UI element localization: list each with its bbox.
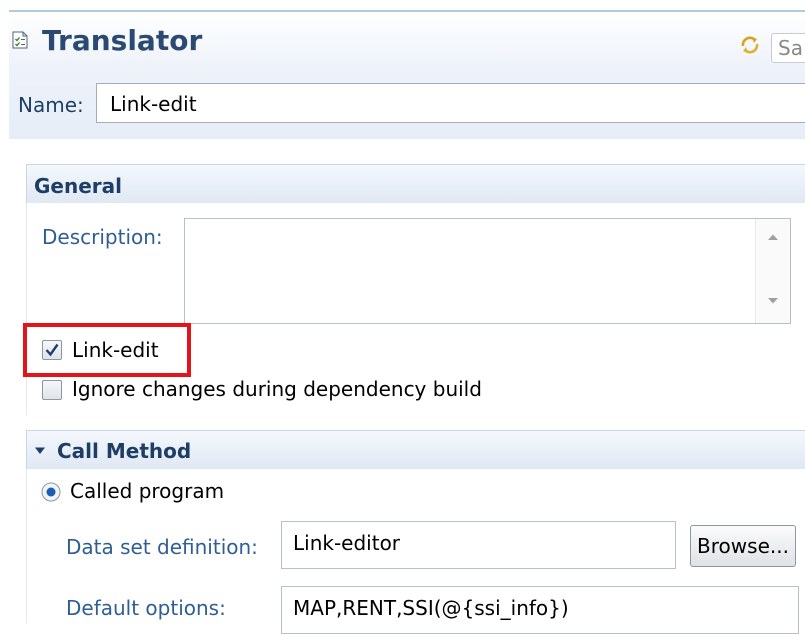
called-program-label[interactable]: Called program xyxy=(70,479,224,503)
data-set-definition-input[interactable]: Link-editor xyxy=(281,521,676,569)
ignore-changes-checkbox[interactable] xyxy=(42,380,62,400)
default-options-label: Default options: xyxy=(66,596,226,620)
general-section-title: General xyxy=(34,174,122,198)
scroll-down-arrow-icon[interactable] xyxy=(767,297,779,305)
general-section-header xyxy=(26,164,805,203)
description-scrollbar[interactable] xyxy=(755,219,790,323)
description-textarea[interactable] xyxy=(184,218,791,324)
scroll-up-arrow-icon[interactable] xyxy=(767,233,779,241)
collapse-triangle-icon[interactable] xyxy=(34,446,46,455)
called-program-radio[interactable] xyxy=(41,482,61,502)
name-input[interactable]: Link-edit xyxy=(96,83,805,123)
document-check-icon xyxy=(12,31,28,49)
editor-title: Translator xyxy=(42,24,203,57)
call-method-section-title[interactable]: Call Method xyxy=(57,439,191,463)
description-label: Description: xyxy=(42,225,163,249)
link-edit-checkbox[interactable] xyxy=(42,340,62,360)
name-label: Name: xyxy=(18,93,84,117)
link-edit-label[interactable]: Link-edit xyxy=(72,338,159,362)
browse-button[interactable]: Browse... xyxy=(690,525,796,567)
checkmark-icon xyxy=(45,343,59,357)
sync-arrows-icon[interactable] xyxy=(739,34,761,56)
ignore-changes-label[interactable]: Ignore changes during dependency build xyxy=(72,377,482,401)
save-search-field[interactable]: Sa xyxy=(771,33,805,63)
data-set-definition-label: Data set definition: xyxy=(66,535,258,559)
default-options-input[interactable]: MAP,RENT,SSI(@{ssi_info}) xyxy=(281,586,799,634)
